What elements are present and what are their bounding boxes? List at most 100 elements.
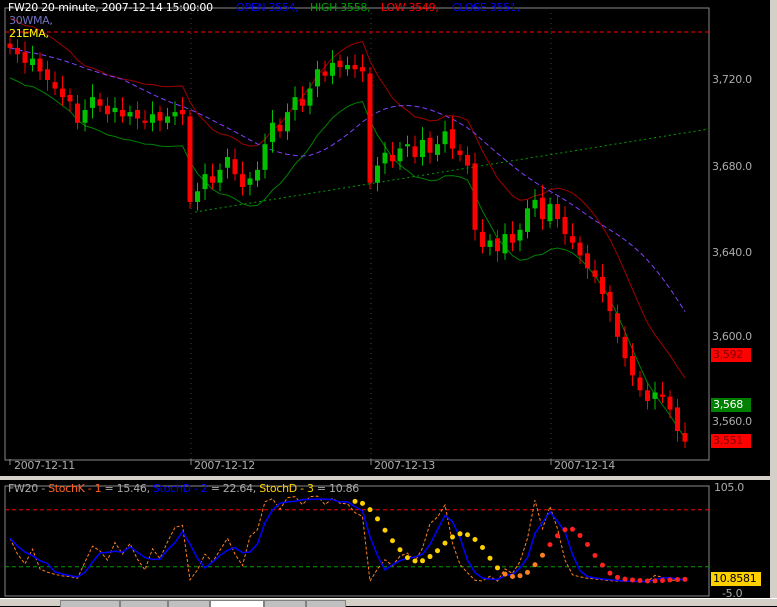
- candle-body: [360, 67, 365, 72]
- candle-body: [75, 103, 80, 123]
- stochd3-marker: [660, 577, 665, 583]
- candle-body: [435, 144, 440, 155]
- candle-body: [585, 253, 590, 269]
- stochd3-marker: [577, 532, 583, 538]
- sheet-tab[interactable]: [120, 600, 168, 607]
- right-scrollbar[interactable]: [770, 0, 777, 598]
- candle-body: [157, 112, 163, 121]
- date-tick: 2007-12-14: [554, 459, 615, 472]
- stochd3-marker: [615, 574, 620, 580]
- candle-body: [15, 47, 20, 55]
- stochd3-marker: [480, 545, 485, 551]
- stochd2-line: [9, 498, 686, 583]
- sheet-tab[interactable]: [60, 600, 120, 607]
- candle-body: [667, 396, 673, 410]
- stochd3-marker: [517, 573, 523, 579]
- candle-body: [292, 97, 298, 110]
- stochd3-marker: [682, 576, 688, 582]
- candle-body: [195, 191, 200, 202]
- candle-body: [600, 276, 605, 294]
- candle-body: [577, 242, 583, 256]
- candle-body: [450, 129, 455, 149]
- candle-body: [307, 88, 313, 106]
- candle-body: [615, 313, 620, 337]
- candle-body: [352, 65, 358, 70]
- candle-body: [495, 238, 500, 252]
- candle-body: [120, 109, 125, 117]
- candle-body: [135, 109, 140, 119]
- candle-body: [637, 377, 643, 391]
- sheet-tab[interactable]: [264, 600, 306, 607]
- price-tick: 3,720.0: [712, 73, 752, 86]
- price-tick: 3,640.0: [712, 246, 752, 259]
- candle-body: [60, 88, 65, 98]
- candle-body: [82, 109, 88, 123]
- candle-body: [105, 105, 110, 115]
- wma-legend: 30WMA,: [9, 14, 53, 27]
- date-tick: 2007-12-12: [194, 459, 255, 472]
- price-tick: 3,600.0: [712, 330, 752, 343]
- candle-body: [487, 240, 493, 247]
- candle-body: [675, 407, 680, 431]
- stochd3-marker: [510, 574, 515, 580]
- price-tick: 3,560.0: [712, 415, 752, 428]
- candle-body: [405, 144, 410, 147]
- candle-body: [262, 144, 268, 170]
- candle-body: [547, 204, 553, 222]
- price-tick: 3,680.0: [712, 160, 752, 173]
- candle-body: [277, 124, 283, 132]
- candle-body: [202, 174, 208, 190]
- stochd3-marker: [502, 571, 508, 577]
- lower-band-badge: 3,568: [711, 398, 751, 412]
- stochd3-marker: [405, 555, 410, 561]
- stochd3-marker: [390, 538, 395, 544]
- stochd3-marker: [465, 532, 470, 538]
- candle-body: [315, 69, 320, 87]
- stoch-symbol: FW20 -: [8, 482, 49, 495]
- stochd3-marker: [450, 534, 455, 540]
- stochd3-marker: [607, 570, 613, 576]
- candle-body: [22, 52, 28, 63]
- candle-body: [427, 137, 433, 153]
- candle-body: [270, 122, 275, 143]
- candle-body: [217, 169, 223, 183]
- candle-body: [382, 152, 388, 164]
- candle-body: [367, 73, 373, 183]
- stochd3-marker: [360, 500, 365, 506]
- date-tick: 2007-12-11: [14, 459, 75, 472]
- upper-band-badge: 3,592: [711, 348, 751, 362]
- candle-body: [232, 159, 238, 175]
- candle-body: [52, 82, 58, 89]
- stochd3-marker: [420, 558, 425, 564]
- price-chart[interactable]: FW20 20-minute, 2007-12-14 15:00:00 OPEN…: [0, 0, 777, 478]
- candle-body: [660, 394, 665, 397]
- candle-body: [285, 112, 290, 132]
- stochd3-marker: [532, 562, 538, 568]
- candle-body: [607, 291, 613, 312]
- candle-body: [67, 94, 73, 102]
- candle-body: [337, 60, 343, 68]
- candle-body: [390, 154, 395, 162]
- candle-body: [37, 58, 43, 72]
- stochd3-marker: [570, 526, 575, 532]
- stochd3-marker: [525, 569, 530, 575]
- stochd3-marker: [585, 541, 590, 547]
- candle-body: [255, 169, 260, 181]
- stochd3-marker: [637, 578, 643, 584]
- stochd3-marker: [547, 542, 553, 548]
- candle-body: [652, 392, 658, 399]
- candle-body: [525, 208, 530, 232]
- stochd3-marker: [375, 516, 380, 522]
- stochd3-marker: [412, 558, 418, 564]
- stochd3-marker: [435, 548, 440, 554]
- candle-body: [90, 97, 95, 108]
- sheet-tab-active[interactable]: [210, 600, 264, 607]
- sheet-tab[interactable]: [306, 600, 346, 607]
- candle-body: [210, 176, 215, 183]
- stochd3-marker: [675, 577, 680, 583]
- candle-body: [127, 112, 133, 117]
- stochastic-chart[interactable]: FW20 - StochK - 1 = 15.46, StochD - 2 = …: [0, 478, 777, 600]
- stochd3-marker: [555, 533, 560, 539]
- sheet-tab[interactable]: [168, 600, 210, 607]
- stochd3-marker: [540, 552, 545, 558]
